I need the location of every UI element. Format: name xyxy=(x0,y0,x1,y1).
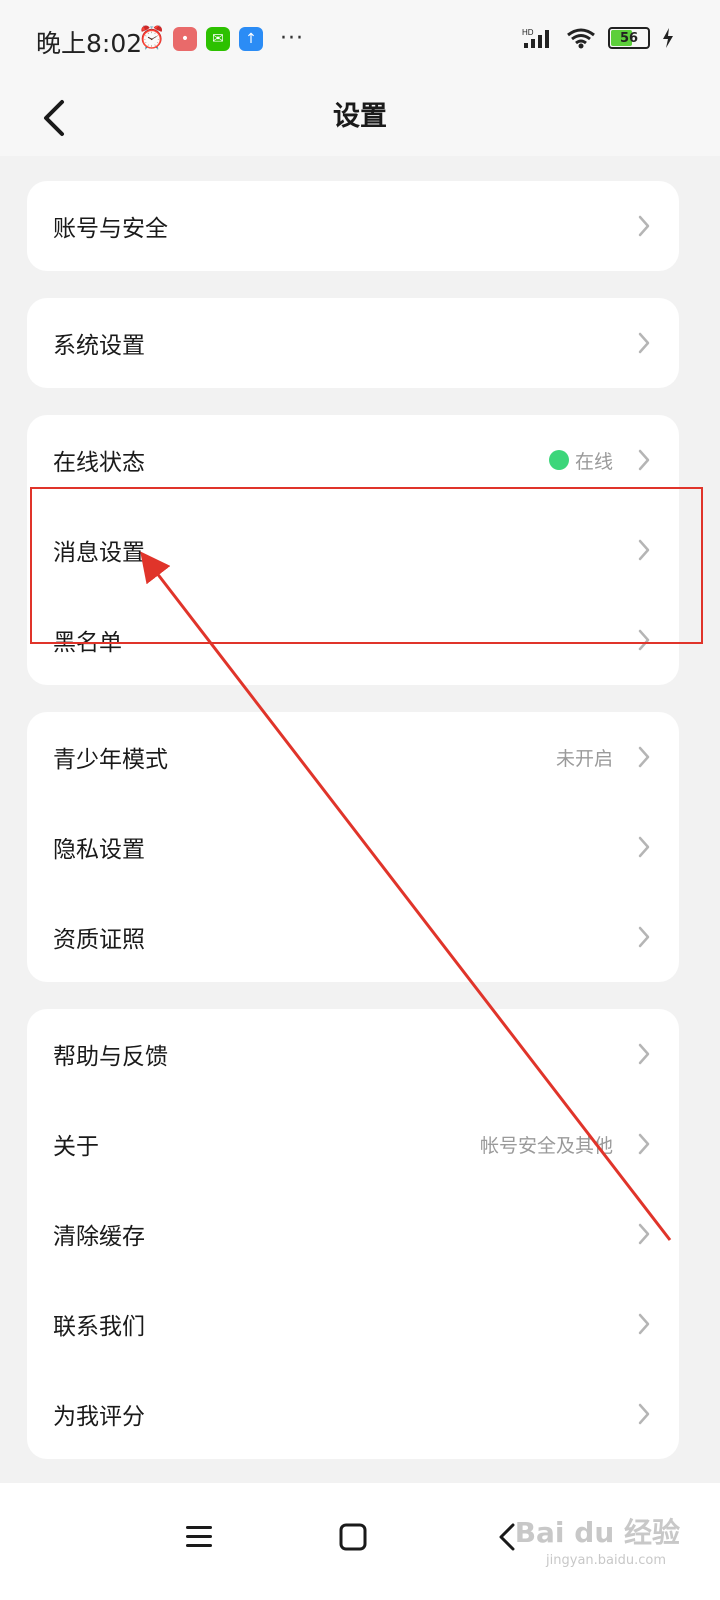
settings-item-contact-us[interactable]: 联系我们 xyxy=(27,1279,679,1369)
settings-item-account-security[interactable]: 账号与安全 xyxy=(27,181,679,271)
wechat-icon: ✉ xyxy=(206,26,230,51)
settings-group-support: 帮助与反馈 关于 帐号安全及其他 清除缓存 联系我们 为我评分 xyxy=(27,1009,679,1459)
settings-item-label: 资质证照 xyxy=(53,927,145,953)
settings-group-privacy: 青少年模式 未开启 隐私设置 资质证照 xyxy=(27,712,679,982)
settings-item-label: 联系我们 xyxy=(53,1314,145,1340)
settings-item-privacy-settings[interactable]: 隐私设置 xyxy=(27,802,679,892)
online-status-value: 在线 xyxy=(548,447,613,474)
nav-bar: 设置 xyxy=(0,80,720,156)
about-value: 帐号安全及其他 xyxy=(479,1134,613,1157)
settings-item-help-feedback[interactable]: 帮助与反馈 xyxy=(27,1009,679,1099)
system-nav-bar: Bai du 经验 jingyan.baidu.com xyxy=(0,1483,720,1600)
chevron-right-icon xyxy=(638,926,650,948)
settings-item-online-status[interactable]: 在线状态 在线 xyxy=(27,415,679,505)
chevron-right-icon xyxy=(638,1133,650,1155)
page-title: 设置 xyxy=(333,101,387,132)
chevron-right-icon xyxy=(638,449,650,471)
alarm-icon: ⏰ xyxy=(138,26,166,51)
settings-item-label: 隐私设置 xyxy=(53,837,145,863)
settings-item-rate-us[interactable]: 为我评分 xyxy=(27,1369,679,1459)
settings-item-label: 黑名单 xyxy=(53,630,122,656)
online-dot-icon xyxy=(548,450,569,470)
chevron-right-icon xyxy=(638,1043,650,1065)
chevron-right-icon xyxy=(638,1403,650,1425)
settings-item-label: 青少年模式 xyxy=(53,747,168,773)
chevron-right-icon xyxy=(638,1313,650,1335)
charging-icon xyxy=(663,28,673,48)
settings-item-label: 消息设置 xyxy=(53,540,145,566)
settings-item-about[interactable]: 关于 帐号安全及其他 xyxy=(27,1099,679,1189)
chevron-right-icon xyxy=(638,836,650,858)
settings-group-account: 账号与安全 xyxy=(27,181,679,271)
settings-item-blacklist[interactable]: 黑名单 xyxy=(27,595,679,685)
chevron-right-icon xyxy=(638,629,650,651)
chevron-right-icon xyxy=(638,215,650,237)
system-indicators: HD 56 xyxy=(522,27,674,49)
battery-icon: 56 xyxy=(608,27,650,49)
settings-group-messaging: 在线状态 在线 消息设置 黑名单 xyxy=(27,415,679,685)
wifi-icon xyxy=(567,28,595,49)
watermark-url: jingyan.baidu.com xyxy=(546,1553,666,1568)
chevron-right-icon xyxy=(638,1223,650,1245)
notification-icons: ⏰ • ✉ ↑ ··· xyxy=(138,26,304,51)
upload-icon: ↑ xyxy=(239,26,263,51)
status-time: 晚上8:02 xyxy=(36,29,143,58)
settings-item-label: 在线状态 xyxy=(53,450,145,476)
chevron-right-icon xyxy=(638,746,650,768)
settings-item-label: 为我评分 xyxy=(53,1404,145,1430)
settings-item-label: 帮助与反馈 xyxy=(53,1044,168,1070)
app-notification-icon: • xyxy=(173,26,197,51)
settings-item-label: 账号与安全 xyxy=(53,216,168,242)
settings-item-label: 关于 xyxy=(53,1134,99,1160)
settings-item-system-settings[interactable]: 系统设置 xyxy=(27,298,679,388)
settings-item-label: 清除缓存 xyxy=(53,1224,145,1250)
online-status-text: 在线 xyxy=(574,450,613,473)
settings-item-message-settings[interactable]: 消息设置 xyxy=(27,505,679,595)
settings-item-qualifications[interactable]: 资质证照 xyxy=(27,892,679,982)
chevron-right-icon xyxy=(638,332,650,354)
settings-group-system: 系统设置 xyxy=(27,298,679,388)
home-icon[interactable] xyxy=(339,1523,367,1551)
battery-percent: 56 xyxy=(619,30,639,46)
more-notifications-icon: ··· xyxy=(280,26,304,51)
settings-item-label: 系统设置 xyxy=(53,333,145,359)
menu-icon[interactable] xyxy=(185,1523,213,1551)
chevron-right-icon xyxy=(638,539,650,561)
settings-item-teen-mode[interactable]: 青少年模式 未开启 xyxy=(27,712,679,802)
settings-item-clear-cache[interactable]: 清除缓存 xyxy=(27,1189,679,1279)
baidu-jingyan-watermark: Bai du 经验 xyxy=(514,1516,680,1549)
teen-mode-value: 未开启 xyxy=(555,747,613,770)
network-type: HD xyxy=(522,28,534,37)
status-bar: 晚上8:02 ⏰ • ✉ ↑ ··· HD 56 xyxy=(0,0,720,80)
signal-icon: HD xyxy=(522,28,549,48)
